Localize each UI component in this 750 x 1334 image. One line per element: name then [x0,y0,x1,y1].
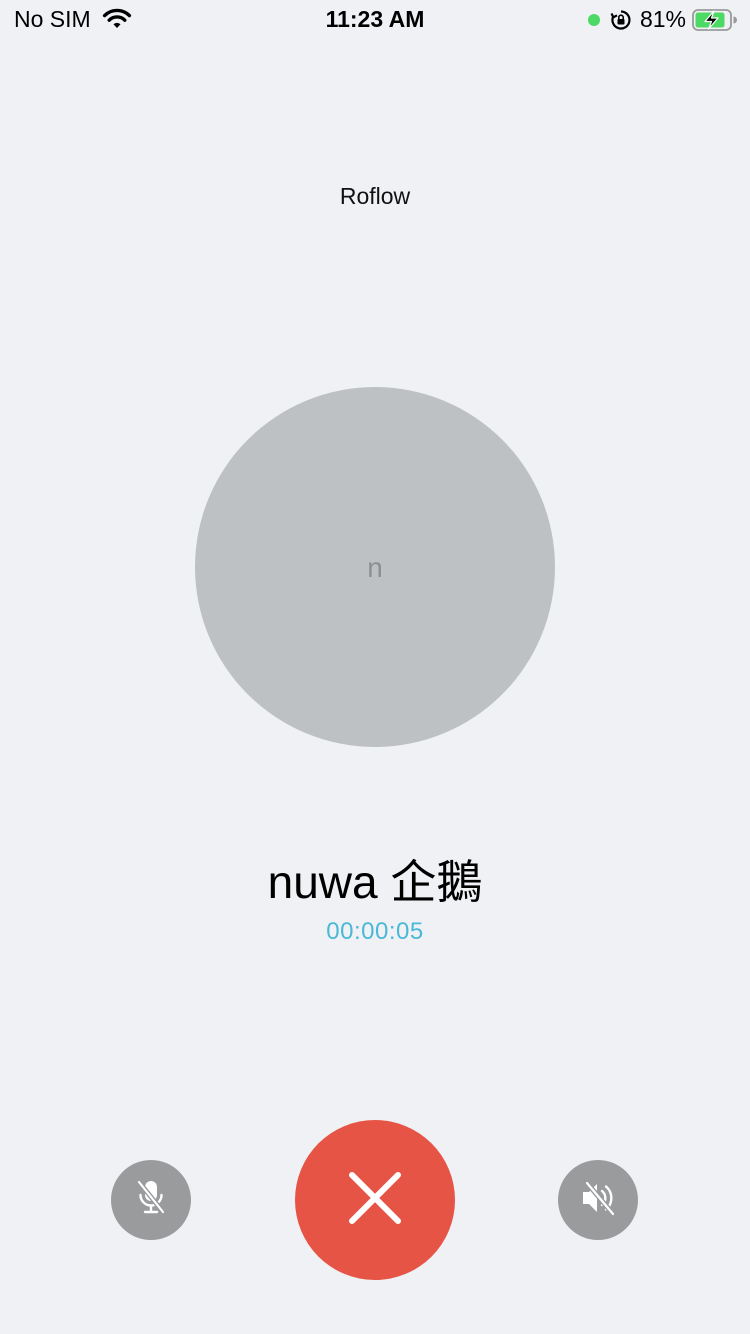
app-name: Roflow [339,183,411,209]
mute-button[interactable] [111,1160,191,1240]
orientation-lock-icon [610,9,632,31]
hang-up-button[interactable] [295,1120,455,1280]
close-icon [347,1170,403,1231]
call-duration: 00:00:05 [326,918,424,945]
battery-charging-icon [692,8,738,32]
privacy-indicator-icon [587,13,600,26]
status-bar: No SIM 11:23 AM 81% [0,0,750,40]
battery-percent: 81% [639,6,686,32]
avatar: n [195,387,555,747]
avatar-initial: n [367,552,383,583]
speaker-muted-icon [578,1178,618,1223]
status-right: 81% [587,6,738,33]
speaker-button[interactable] [558,1160,638,1240]
microphone-muted-icon [134,1178,168,1223]
caller-name: nuwa 企鵝 [267,856,483,908]
